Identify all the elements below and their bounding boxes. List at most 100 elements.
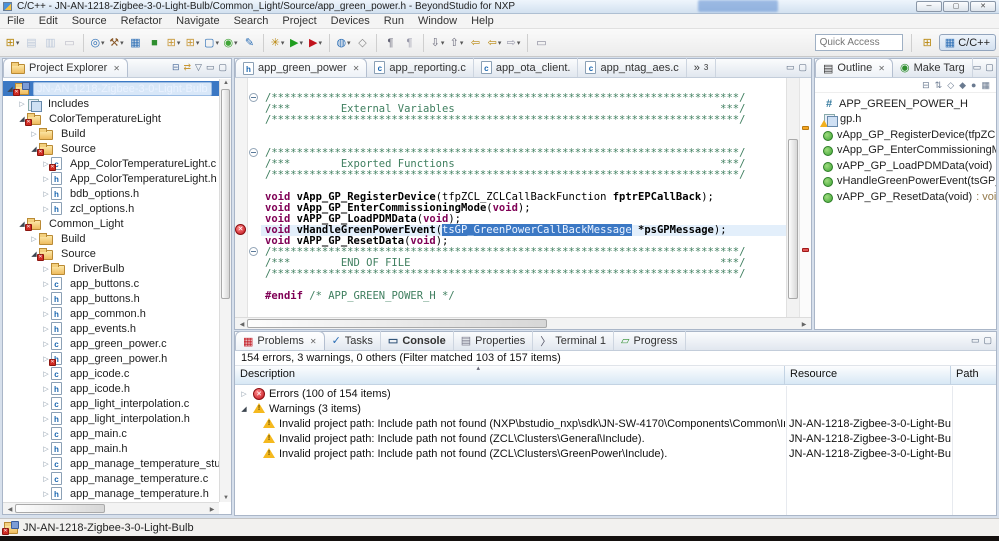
pin-editor-button[interactable]: ▭ [533,33,550,53]
tree-item[interactable]: ▷ c app_light_interpolation.c [3,396,219,411]
editor-overview-ruler[interactable] [799,78,811,317]
editor-tab-app_green_power[interactable]: h app_green_power ✕ [235,58,368,77]
expanded-arrow-icon[interactable]: ◢ [239,405,249,413]
menu-edit[interactable]: Edit [32,14,65,29]
collapsed-arrow-icon[interactable]: ▷ [41,460,51,468]
external-tools-button[interactable]: ◍ ▾ [335,33,352,53]
tree-item[interactable]: ▷ h app_buttons.h [3,291,219,306]
tree-item[interactable]: ▷ Build [3,231,219,246]
tree-item[interactable]: ▷ Includes [3,96,219,112]
tree-item[interactable]: ◢ ✕ Source [3,141,219,156]
minimize-icon[interactable]: ▭ [206,58,215,77]
tree-item[interactable]: ▷ h zcl_options.h [3,201,219,216]
hide-static-icon[interactable]: ◆ [959,80,966,91]
problem-row[interactable]: ◢ Warnings (3 items) [235,401,996,416]
debug-button[interactable]: ◉ ▾ [222,33,239,53]
show-whitespace-button[interactable]: ¶ [382,33,399,53]
collapsed-arrow-icon[interactable]: ▷ [41,490,51,498]
collapsed-arrow-icon[interactable]: ▷ [41,370,51,378]
filters-icon[interactable]: ▦ [981,80,990,91]
collapsed-arrow-icon[interactable]: ▷ [29,235,39,243]
prev-annotation-button[interactable]: ⇧ ▾ [448,33,465,53]
collapsed-arrow-icon[interactable]: ▷ [41,415,51,423]
close-icon[interactable]: ✕ [878,64,885,73]
problem-row[interactable]: Invalid project path: Include path not f… [235,416,996,431]
outline-tab-Outline[interactable]: ▤ Outline ✕ [815,58,893,77]
menu-search[interactable]: Search [227,14,276,29]
new-cpp-project-button[interactable]: ⊞ ▾ [184,33,201,53]
menu-file[interactable]: File [0,14,32,29]
tree-item[interactable]: ▷ h app_events.h [3,321,219,336]
collapsed-arrow-icon[interactable]: ▷ [29,130,39,138]
minimize-icon[interactable]: ▭ [971,331,980,350]
editor-tab-app_ota_client-[interactable]: c app_ota_client. [474,58,579,77]
tab-properties[interactable]: ▤ Properties [454,331,534,350]
quick-access-input[interactable] [814,34,903,51]
close-icon[interactable]: ✕ [113,64,120,73]
tree-item[interactable]: ▷ c app_manage_temperature.c [3,471,219,486]
collapsed-arrow-icon[interactable]: ▷ [41,175,51,183]
tree-item[interactable]: ◢ ✕ Common_Light [3,216,219,231]
tree-item[interactable]: ▷ h app_manage_temperature.h [3,486,219,501]
collapsed-arrow-icon[interactable]: ▷ [41,295,51,303]
title-bar[interactable]: C/C++ - JN-AN-1218-Zigbee-3-0-Light-Bulb… [0,0,999,14]
sort-icon[interactable]: ⇅ [935,80,943,91]
tree-item[interactable]: ◢ ✕ ColorTemperatureLight [3,111,219,126]
column-description[interactable]: ▴ Description [235,365,785,384]
menu-navigate[interactable]: Navigate [169,14,226,29]
collapsed-arrow-icon[interactable]: ▷ [41,445,51,453]
build-bin-button[interactable]: ▦ [127,33,144,53]
minimize-icon[interactable]: ▭ [973,58,982,77]
menu-window[interactable]: Window [411,14,464,29]
outline-item[interactable]: vApp_GP_RegisterDevice(tfpZCL_ [815,127,996,143]
new-class-button[interactable]: ▢ ▾ [203,33,220,53]
tree-item[interactable]: ▷ h bdb_options.h [3,186,219,201]
close-icon[interactable]: ✕ [353,64,360,73]
link-with-editor-icon[interactable]: ⇄ [184,58,192,77]
tab-terminal-1[interactable]: 〉 Terminal 1 [533,331,615,350]
minimize-icon[interactable]: ▭ [786,58,795,77]
editor-tab-app_reporting-c[interactable]: c app_reporting.c [367,58,474,77]
tree-item[interactable]: ◢ ✕ Source [3,246,219,261]
run-button[interactable]: ▶ ▾ [288,33,305,53]
explorer-vertical-scrollbar[interactable]: ▲ ▼ [219,79,231,502]
collapsed-arrow-icon[interactable]: ▷ [41,475,51,483]
collapsed-arrow-icon[interactable]: ▷ [41,190,51,198]
explorer-horizontal-scrollbar[interactable]: ◀ ▶ [3,502,219,514]
menu-devices[interactable]: Devices [324,14,377,29]
probe-button[interactable]: ✎ [241,33,258,53]
menu-help[interactable]: Help [464,14,501,29]
column-path[interactable]: Path [951,366,996,384]
last-edit-button[interactable]: ⇦ [467,33,484,53]
column-resource[interactable]: Resource [785,366,951,384]
tree-item[interactable]: ▷ h app_common.h [3,306,219,321]
maximize-icon[interactable]: ▢ [218,58,227,77]
fold-minus-icon[interactable] [249,93,258,102]
run-config-button[interactable]: ▶ ▾ [307,33,324,53]
hide-non-public-icon[interactable]: ● [971,80,976,90]
code-line[interactable]: /***************************************… [261,115,786,126]
collapsed-arrow-icon[interactable]: ▷ [41,265,51,273]
tree-item[interactable]: ▷ c app_green_power.c [3,336,219,351]
outline-item[interactable]: # APP_GREEN_POWER_H [815,96,996,112]
collapse-all-icon[interactable]: ⊟ [922,80,930,91]
close-icon[interactable]: ✕ [310,337,317,346]
tab-console[interactable]: ▭ Console [381,331,454,350]
collapsed-arrow-icon[interactable]: ▷ [41,310,51,318]
tab-problems[interactable]: ▦ Problems ✕ [235,331,325,350]
collapsed-arrow-icon[interactable]: ▷ [41,400,51,408]
fold-minus-icon[interactable] [249,148,258,157]
tree-item[interactable]: ▷ c app_buttons.c [3,276,219,291]
menu-project[interactable]: Project [275,14,323,29]
device-explorer-button[interactable]: ◎ ▾ [89,33,106,53]
maximize-icon[interactable]: ▢ [985,58,994,77]
code-editor[interactable]: /***************************************… [261,78,786,317]
tree-item[interactable]: ▷ c app_manage_temperature_stubs [3,456,219,471]
back-button[interactable]: ⇦ ▾ [486,33,503,53]
problem-row[interactable]: Invalid project path: Include path not f… [235,446,996,461]
minimize-button[interactable]: ─ [916,1,942,12]
tree-item[interactable]: ▷ c app_icode.c [3,366,219,381]
collapsed-arrow-icon[interactable]: ▷ [41,325,51,333]
problem-row[interactable]: ▷ ✕ Errors (100 of 154 items) [235,386,996,401]
build-button[interactable]: ⚒ ▾ [108,33,125,53]
